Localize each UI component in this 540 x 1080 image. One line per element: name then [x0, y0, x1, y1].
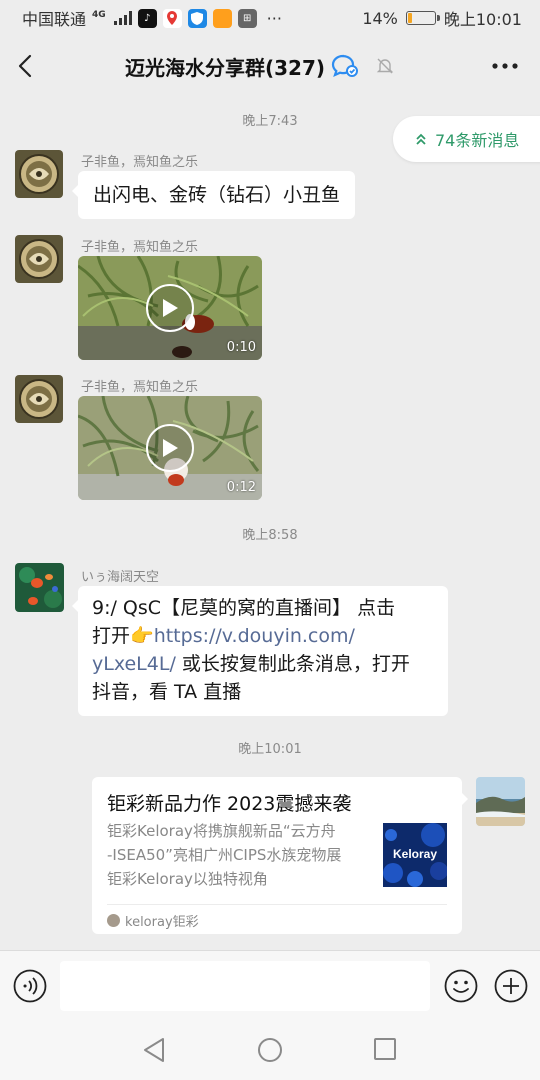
- triangle-back-icon: [144, 1038, 164, 1062]
- timestamp: 晚上8:58: [242, 528, 298, 543]
- sender-name: 子非鱼，焉知鱼之乐: [81, 240, 199, 255]
- douyin-link-end[interactable]: yLxeL4L/: [92, 653, 176, 675]
- thumb-brand: Keloray: [393, 847, 437, 861]
- video-duration: 0:12: [226, 480, 256, 495]
- clock: 晚上10:01: [443, 10, 522, 29]
- message-bubble[interactable]: 9:/ QsC【尼莫的窝的直播间】 点击 打开👉https://v.douyin…: [72, 586, 448, 716]
- carrier-label: 中国联通: [22, 10, 87, 29]
- chat-header: 迈光海水分享群(327): [0, 36, 540, 96]
- more-notifications: ···: [266, 8, 282, 28]
- battery-icon: [405, 11, 440, 25]
- card-desc-line: 钜彩Keloray将携旗舰新品“云方舟: [107, 822, 336, 840]
- sender-name: 子非鱼，焉知鱼之乐: [81, 155, 199, 170]
- avatar[interactable]: [15, 150, 63, 198]
- double-chevron-up-icon: [416, 133, 426, 145]
- timestamp: 晚上10:01: [238, 742, 302, 757]
- status-bar: 中国联通 4G ♪ ⊞ ··· 14% 晚上10:01: [0, 0, 540, 36]
- smiley-icon: [444, 969, 478, 1003]
- chat-bubble-icon: [331, 54, 359, 78]
- chat-input-bar: [0, 950, 540, 1020]
- avatar[interactable]: [15, 235, 63, 283]
- play-icon: [163, 439, 178, 457]
- system-nav-bar: [0, 1020, 540, 1080]
- avatar[interactable]: [15, 563, 64, 612]
- more-dots-icon: [492, 63, 518, 69]
- square-recents-icon: [374, 1038, 396, 1060]
- card-thumbnail: Keloray: [383, 823, 447, 887]
- nav-recents-button[interactable]: [373, 1037, 397, 1065]
- sender-name: いぅ海阔天空: [81, 570, 160, 585]
- network-label: 4G: [92, 10, 106, 20]
- sender-name: 子非鱼，焉知鱼之乐: [81, 380, 199, 395]
- video-message[interactable]: 0:10: [78, 256, 262, 360]
- card-title: 钜彩新品力作 2023震撼来袭: [107, 793, 352, 815]
- nav-back-button[interactable]: [142, 1037, 166, 1067]
- my-avatar[interactable]: [476, 777, 525, 826]
- card-description: 钜彩Keloray将携旗舰新品“云方舟 -ISEA50”亮相广州CIPS水族宠物…: [107, 819, 369, 891]
- video-message[interactable]: 0:12: [78, 396, 262, 500]
- source-logo-icon: [107, 914, 120, 927]
- card-desc-line: -ISEA50”亮相广州CIPS水族宠物展: [107, 846, 342, 864]
- message-bubble[interactable]: 出闪电、金砖（钻石）小丑鱼: [71, 171, 356, 219]
- play-button[interactable]: [146, 284, 194, 332]
- play-icon: [163, 299, 178, 317]
- more-button[interactable]: [470, 36, 540, 96]
- plus-circle-icon: [494, 969, 528, 1003]
- more-functions-button[interactable]: [494, 969, 528, 1007]
- message-line: 打开👉https://v.douyin.com/: [92, 622, 434, 650]
- message-text: 或长按复制此条消息，打开: [175, 653, 410, 675]
- circle-home-icon: [258, 1038, 282, 1062]
- orange-app-icon: [212, 8, 232, 28]
- new-messages-button[interactable]: 74条新消息: [393, 116, 540, 162]
- card-desc-line: 钜彩Keloray以独特视角: [107, 870, 268, 888]
- douyin-link[interactable]: https://v.douyin.com/: [154, 625, 355, 647]
- security-icon: [187, 8, 207, 28]
- game-icon: ⊞: [237, 8, 257, 28]
- shared-article-card[interactable]: 钜彩新品力作 2023震撼来袭 钜彩Keloray将携旗舰新品“云方舟 -ISE…: [92, 777, 468, 934]
- message-line: 9:/ QsC【尼莫的窝的直播间】 点击: [92, 597, 396, 619]
- battery-percent: 14%: [362, 8, 398, 28]
- voice-input-button[interactable]: [13, 969, 47, 1007]
- divider: [107, 904, 447, 905]
- avatar[interactable]: [15, 375, 63, 423]
- message-line: yLxeL4L/ 或长按复制此条消息，打开: [92, 650, 434, 678]
- maps-icon: [162, 8, 182, 28]
- card-source: keloray钜彩: [107, 911, 199, 930]
- emoji-button[interactable]: [444, 969, 478, 1007]
- message-input[interactable]: [60, 961, 430, 1011]
- message-line: 抖音，看 TA 直播: [92, 681, 242, 703]
- signal-icon: [113, 11, 132, 25]
- new-messages-label: 74条新消息: [435, 131, 520, 150]
- mute-bell-icon: [376, 58, 394, 74]
- chevron-left-icon: [18, 54, 32, 78]
- page-title: 迈光海水分享群(327): [124, 55, 326, 80]
- source-name: keloray钜彩: [125, 915, 199, 930]
- video-duration: 0:10: [226, 340, 256, 355]
- message-text: 打开: [92, 625, 131, 647]
- play-button[interactable]: [146, 424, 194, 472]
- tiktok-icon: ♪: [137, 8, 157, 28]
- back-button[interactable]: [0, 36, 50, 96]
- pointing-emoji: 👉: [130, 625, 154, 647]
- nav-home-button[interactable]: [257, 1037, 283, 1067]
- voice-icon: [13, 969, 47, 1003]
